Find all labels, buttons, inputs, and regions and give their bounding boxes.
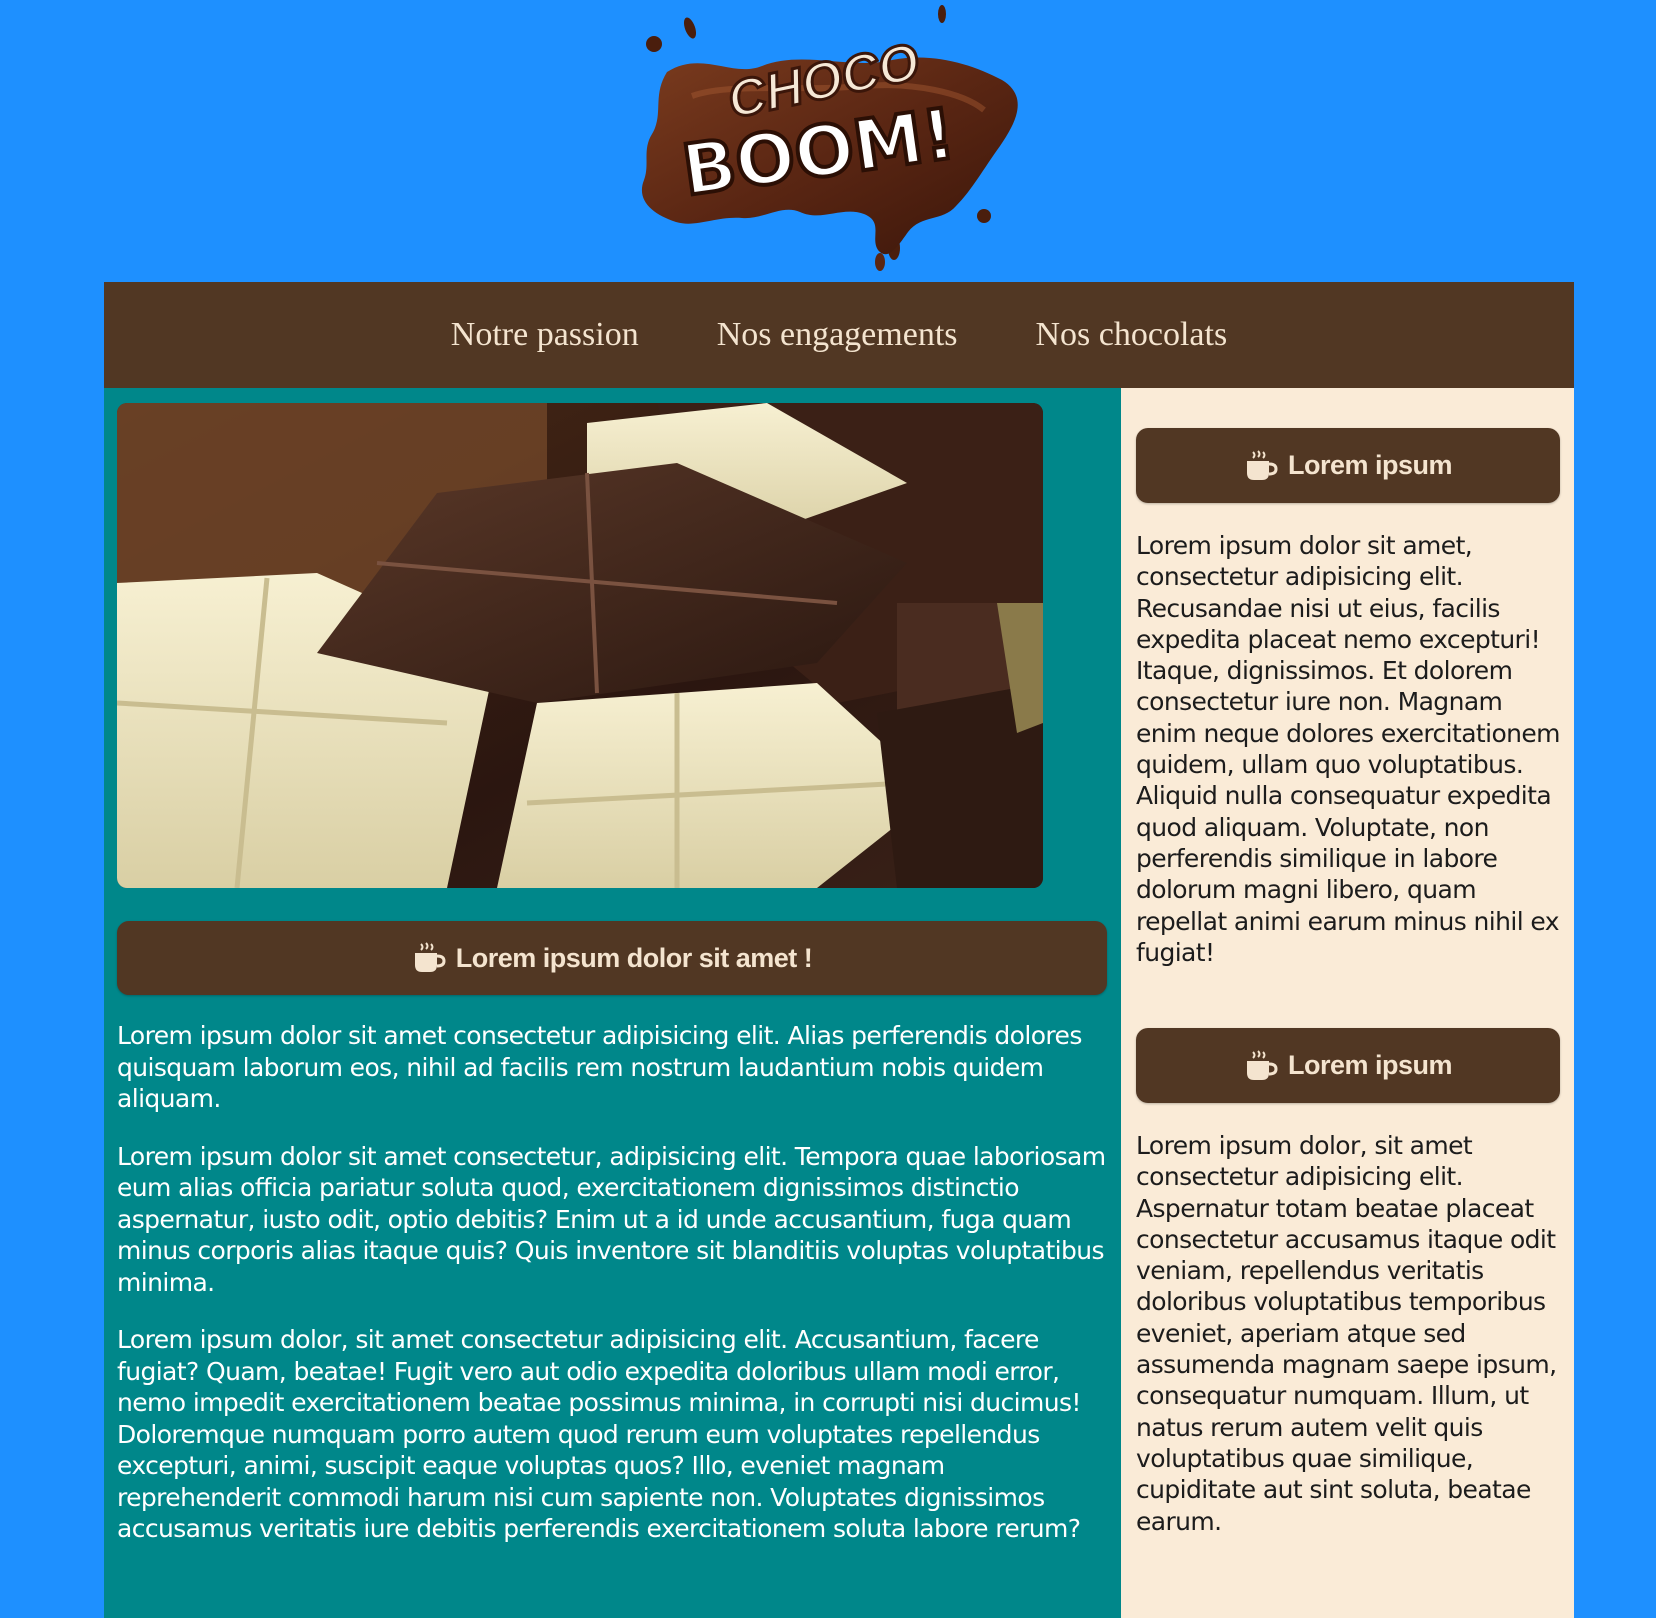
main-article-text: Lorem ipsum dolor sit amet consectetur a… xyxy=(117,1020,1112,1571)
choco-boom-logo[interactable]: CHOCO BOOM! xyxy=(612,0,1032,278)
chocolate-hero-image xyxy=(117,403,1043,888)
main-content: Lorem ipsum dolor sit amet ! Lorem ipsum… xyxy=(104,388,1121,1618)
main-paragraph-3: Lorem ipsum dolor, sit amet consectetur … xyxy=(117,1325,1081,1543)
sidebar: Lorem ipsum Lorem ipsum dolor sit amet, … xyxy=(1121,388,1574,1618)
coffee-cup-icon xyxy=(412,941,446,975)
nav-link-notre-passion[interactable]: Notre passion xyxy=(451,316,639,354)
nav-link-nos-engagements[interactable]: Nos engagements xyxy=(717,316,958,354)
main-paragraph-1: Lorem ipsum dolor sit amet consectetur a… xyxy=(117,1021,1082,1113)
coffee-cup-icon xyxy=(1244,449,1278,483)
sidebar-heading-bar-1: Lorem ipsum xyxy=(1136,428,1560,503)
nav-link-nos-chocolats[interactable]: Nos chocolats xyxy=(1036,316,1228,354)
sidebar-paragraph-2: Lorem ipsum dolor, sit amet consectetur … xyxy=(1136,1131,1557,1536)
main-heading-bar: Lorem ipsum dolor sit amet ! xyxy=(117,921,1107,995)
sidebar-heading-label-2: Lorem ipsum xyxy=(1287,1050,1453,1080)
coffee-cup-icon xyxy=(1244,1049,1278,1083)
main-navigation: Notre passion Nos engagements Nos chocol… xyxy=(104,282,1574,388)
main-paragraph-2: Lorem ipsum dolor sit amet consectetur, … xyxy=(117,1141,1106,1297)
sidebar-paragraph-1: Lorem ipsum dolor sit amet, consectetur … xyxy=(1136,531,1561,967)
main-heading-label: Lorem ipsum dolor sit amet ! xyxy=(455,942,813,973)
sidebar-heading-bar-2: Lorem ipsum xyxy=(1136,1028,1560,1103)
sidebar-heading-label-1: Lorem ipsum xyxy=(1287,450,1453,480)
